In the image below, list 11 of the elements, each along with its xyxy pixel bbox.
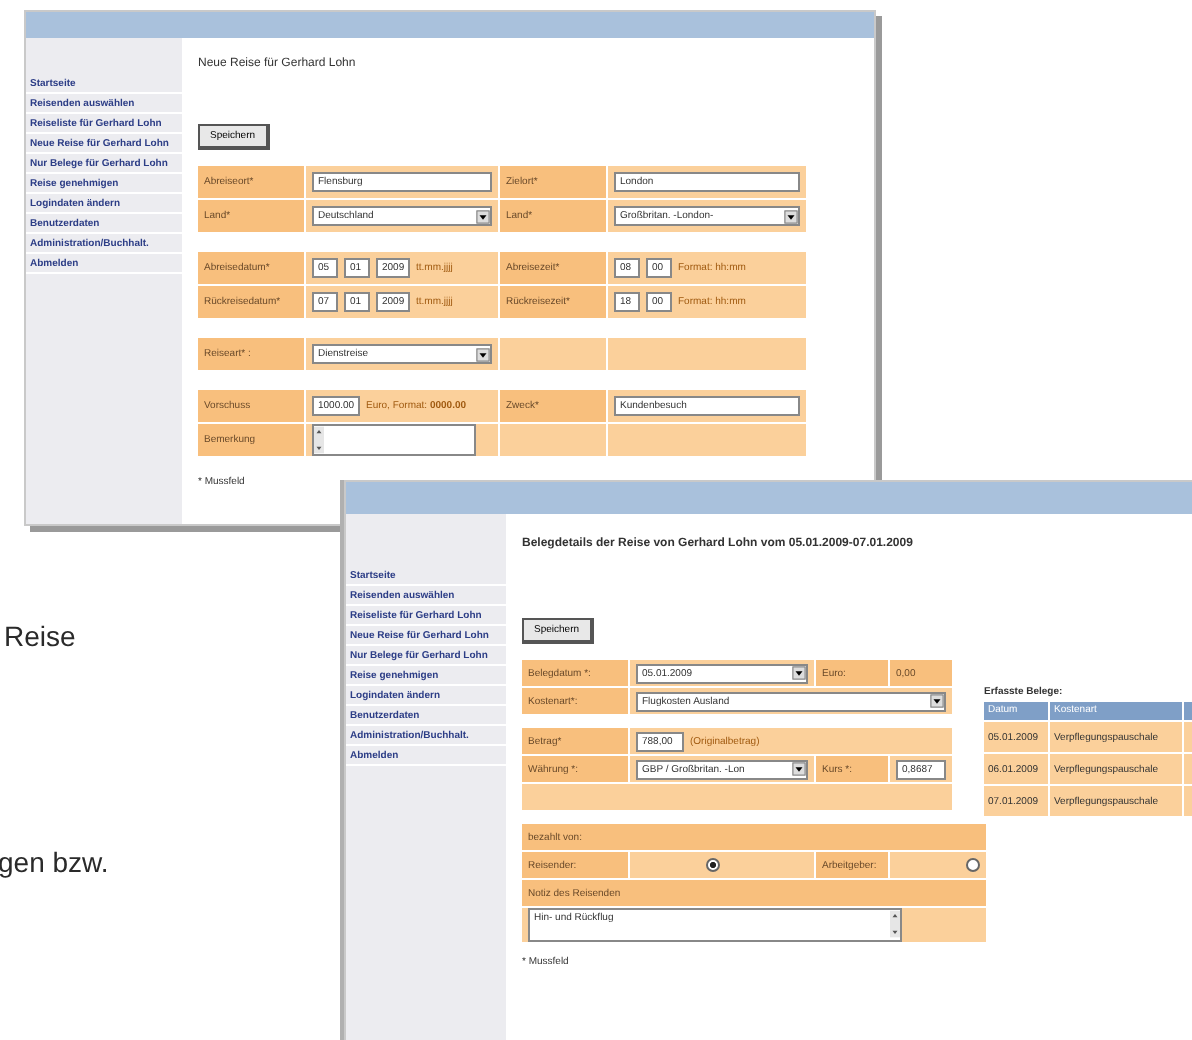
radio-button[interactable] <box>706 858 720 872</box>
caret-icon <box>784 209 798 223</box>
body-text: Reise <box>4 620 76 652</box>
caret-icon <box>792 762 806 776</box>
radio-button[interactable] <box>966 858 980 872</box>
caret-icon <box>476 209 490 223</box>
caret-icon <box>792 666 806 680</box>
scroll-arrows-icon <box>314 426 324 454</box>
caret-icon <box>476 347 490 361</box>
scroll-arrows-icon <box>890 910 900 938</box>
caret-icon <box>930 694 944 708</box>
